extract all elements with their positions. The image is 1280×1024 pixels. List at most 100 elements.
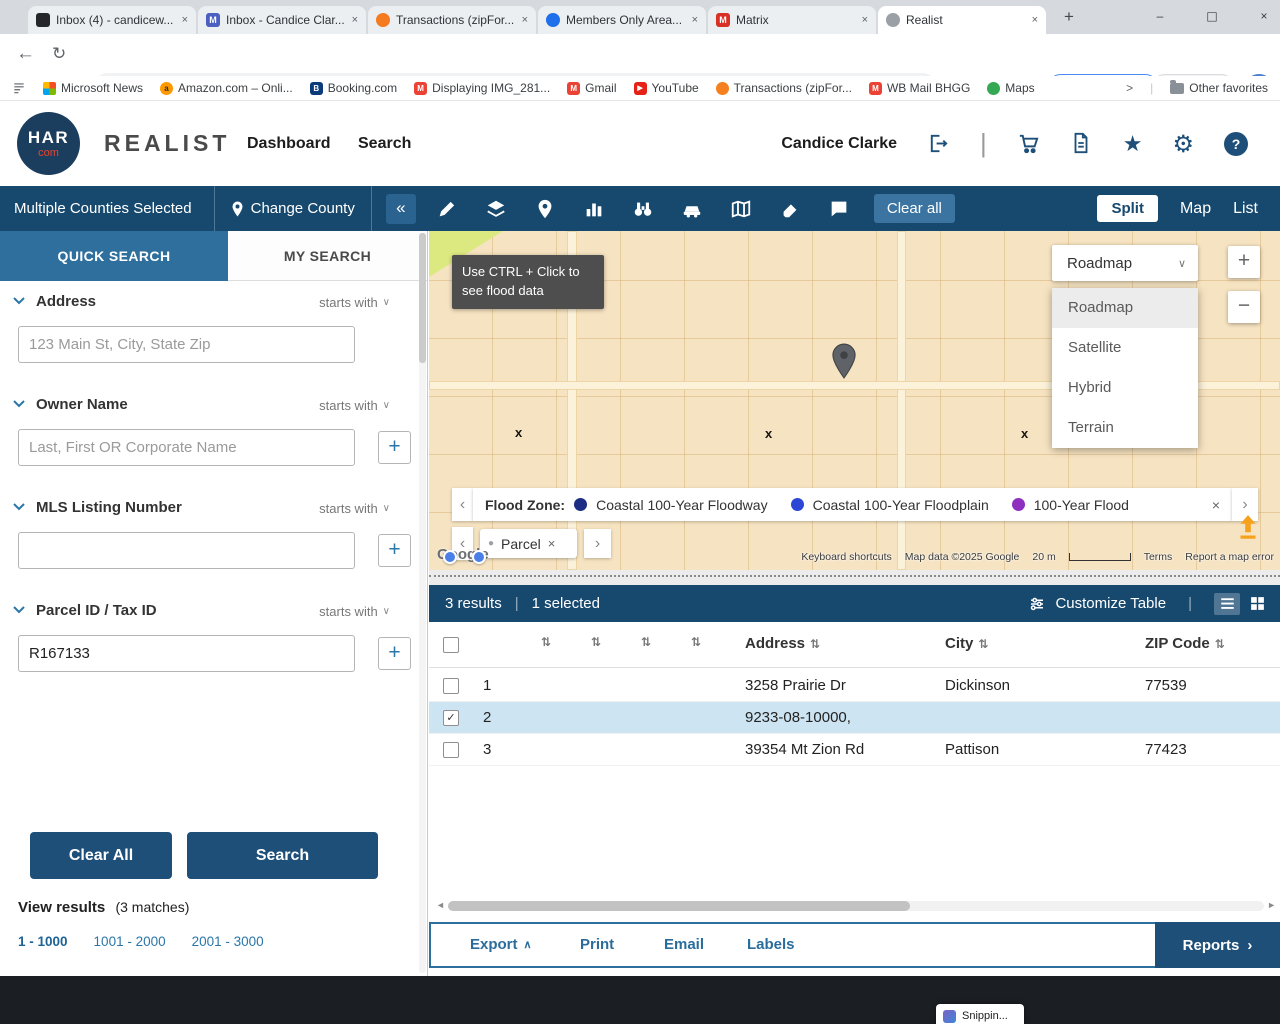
close-icon[interactable]: × [548,536,556,551]
report-map-error-link[interactable]: Report a map error [1185,551,1274,563]
window-close-button[interactable]: × [1244,0,1280,32]
add-criteria-button[interactable]: + [378,637,411,670]
other-favorites-button[interactable]: Other favorites [1170,81,1268,95]
nav-dashboard[interactable]: Dashboard [247,135,331,153]
page-range-link[interactable]: 1 - 1000 [18,934,68,949]
customize-table-button[interactable]: Customize Table [1055,595,1166,612]
change-county-button[interactable]: Change County [214,186,372,231]
zoom-in-button[interactable]: + [1228,246,1260,278]
tab-close-icon[interactable]: × [182,14,188,26]
row-checkbox[interactable] [443,742,459,758]
row-checkbox-checked[interactable]: ✓ [443,710,459,726]
reports-button[interactable]: Reports› [1155,922,1280,968]
operator-dropdown[interactable]: starts with∨ [319,398,390,413]
refresh-icon[interactable]: ↻ [52,44,66,64]
star-icon[interactable]: ★ [1123,131,1143,157]
operator-dropdown[interactable]: starts with∨ [319,295,390,310]
tab-close-icon[interactable]: × [1032,14,1038,26]
drive-time-car-icon[interactable] [681,198,703,220]
tab-close-icon[interactable]: × [692,14,698,26]
browser-tab[interactable]: MMatrix× [708,6,876,34]
bookmark-item[interactable]: MWB Mail BHGG [869,81,970,95]
column-header-zip[interactable]: ZIP Code⇅ [1145,635,1225,652]
sort-column-button[interactable]: ⇅ [591,635,601,649]
view-list-button[interactable]: List [1233,200,1258,218]
mls-number-input[interactable] [18,532,355,569]
location-pin-icon[interactable] [534,198,556,220]
browser-tab-active[interactable]: Realist× [878,6,1046,34]
new-tab-button[interactable]: + [1064,7,1074,27]
grid-view-toggle[interactable] [1249,595,1266,612]
chevron-down-icon[interactable] [13,297,25,305]
scrollbar-thumb[interactable] [419,233,426,363]
operator-dropdown[interactable]: starts with∨ [319,501,390,516]
scroll-left-arrow[interactable]: ◄ [436,900,445,910]
tab-close-icon[interactable]: × [522,14,528,26]
list-view-toggle[interactable] [1214,593,1240,615]
cluster-marker[interactable] [472,550,486,564]
owner-name-input[interactable] [18,429,355,466]
bookmark-item[interactable]: Maps [987,81,1034,95]
page-range-link[interactable]: 2001 - 3000 [192,934,264,949]
cell-address[interactable]: 39354 Mt Zion Rd [745,741,864,758]
chevron-down-icon[interactable] [13,606,25,614]
draw-pencil-icon[interactable] [436,198,458,220]
print-button[interactable]: Print [580,936,614,953]
chips-scroll-right-button[interactable]: › [584,529,611,558]
view-map-button[interactable]: Map [1180,200,1211,218]
map-type-option-satellite[interactable]: Satellite [1052,328,1198,368]
export-button[interactable]: Export∧ [470,936,532,953]
column-header-city[interactable]: City⇅ [945,635,988,652]
scrollbar-thumb[interactable] [448,901,910,911]
sidebar-scrollbar[interactable] [419,233,426,973]
cell-address[interactable]: 9233-08-10000, [745,709,851,726]
add-criteria-button[interactable]: + [378,431,411,464]
browser-tab[interactable]: Transactions (zipFor...× [368,6,536,34]
browser-tab[interactable]: MInbox - Candice Clar...× [198,6,366,34]
map-type-option-terrain[interactable]: Terrain [1052,408,1198,448]
back-icon[interactable]: ← [16,43,35,65]
bookmark-item[interactable]: aAmazon.com – Onli... [160,81,293,95]
bookmark-item[interactable]: MDisplaying IMG_281... [414,81,550,95]
snipping-toast[interactable]: Snippin... [936,1004,1024,1024]
orange-marker-icon[interactable] [1235,513,1261,543]
reading-list-icon[interactable] [12,81,26,95]
cart-icon[interactable] [1017,132,1040,155]
table-row-selected[interactable]: ✓ 2 9233-08-10000, [429,702,1280,734]
clear-all-button[interactable]: Clear All [30,832,172,879]
help-icon[interactable]: ? [1224,132,1248,156]
gear-icon[interactable]: ⚙ [1172,130,1194,158]
customize-sliders-icon[interactable] [1028,595,1046,613]
browser-tab[interactable]: Members Only Area...× [538,6,706,34]
bookmark-item[interactable]: Microsoft News [43,81,143,95]
sort-column-button[interactable]: ⇅ [541,635,551,649]
chevron-down-icon[interactable] [13,400,25,408]
row-checkbox[interactable] [443,678,459,694]
har-logo[interactable]: HAR com [17,112,80,175]
close-icon[interactable]: × [1212,497,1220,513]
parcel-id-input[interactable] [18,635,355,672]
map-type-dropdown-button[interactable]: Roadmap ∨ [1052,245,1198,281]
binoculars-icon[interactable] [632,198,654,220]
keyboard-shortcuts-link[interactable]: Keyboard shortcuts [801,551,891,563]
eraser-icon[interactable] [779,198,801,220]
tab-my-search[interactable]: MY SEARCH [228,231,427,281]
window-minimize-button[interactable]: – [1140,0,1180,32]
email-button[interactable]: Email [664,936,704,953]
address-input[interactable] [18,326,355,363]
terms-link[interactable]: Terms [1144,551,1173,563]
table-row[interactable]: 1 3258 Prairie Dr Dickinson 77539 [429,670,1280,702]
comment-icon[interactable] [828,198,850,220]
bookmark-item[interactable]: BBooking.com [310,81,397,95]
logout-icon[interactable] [927,132,950,155]
operator-dropdown[interactable]: starts with∨ [319,604,390,619]
view-results-label[interactable]: View results [18,899,105,916]
layers-icon[interactable] [485,198,507,220]
pane-splitter[interactable] [429,570,1280,585]
browser-tab[interactable]: Inbox (4) - candicew...× [28,6,196,34]
legend-scroll-left-button[interactable]: ‹ [452,488,473,521]
map-type-option-roadmap[interactable]: Roadmap [1052,288,1198,328]
chart-icon[interactable] [583,198,605,220]
map-pin-marker[interactable] [831,343,857,379]
map-route-icon[interactable] [730,198,752,220]
